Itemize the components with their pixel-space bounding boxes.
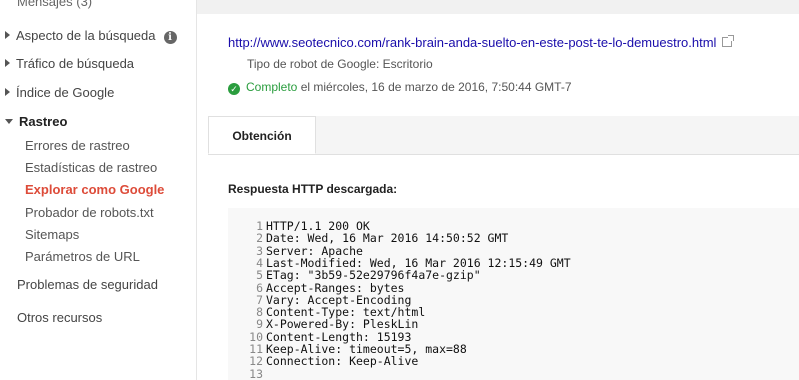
- external-link-icon[interactable]: [722, 35, 735, 47]
- sidebar-item-label: Mensajes (3): [17, 0, 93, 9]
- sidebar-item-label: Explorar como Google: [25, 182, 165, 197]
- sidebar-item-seguridad[interactable]: Problemas de seguridad: [17, 277, 158, 292]
- line-number: 6: [256, 280, 263, 295]
- http-response-code: 1 HTTP/1.1 200 OK 2 Date: Wed, 16 Mar 2016 …: [228, 208, 799, 380]
- chevron-right-icon: [5, 31, 10, 39]
- sidebar-item-label: Índice de Google: [16, 85, 115, 100]
- sidebar-item-aspecto[interactable]: Aspecto de la búsqueda i: [5, 28, 177, 44]
- sidebar-item-label: Problemas de seguridad: [17, 277, 158, 292]
- line-number: 5: [256, 268, 263, 283]
- fetched-url[interactable]: http://www.seotecnico.com/rank-brain-and…: [228, 35, 735, 50]
- sidebar-item-label: Aspecto de la búsqueda: [16, 28, 156, 43]
- sidebar-item-otros[interactable]: Otros recursos: [17, 310, 102, 325]
- tab-obtencion[interactable]: Obtención: [208, 116, 316, 154]
- sidebar-item-estadisticas[interactable]: Estadísticas de rastreo: [25, 160, 157, 175]
- sidebar-item-label: Tráfico de búsqueda: [16, 56, 135, 71]
- status-word: Completo: [246, 80, 298, 94]
- sidebar-item-label: Errores de rastreo: [25, 138, 130, 153]
- sidebar-item-trafico[interactable]: Tráfico de búsqueda: [5, 56, 134, 71]
- sidebar-item-mensajes[interactable]: Mensajes (3): [17, 0, 92, 9]
- sidebar-item-explorar[interactable]: Explorar como Google: [25, 182, 164, 197]
- tab-bar: Obtención: [208, 116, 799, 155]
- main-content: http://www.seotecnico.com/rank-brain-and…: [197, 0, 799, 380]
- robot-type: Tipo de robot de Google: Escritorio: [247, 57, 433, 71]
- chevron-down-icon: [5, 119, 13, 124]
- sidebar-item-label: Parámetros de URL: [25, 249, 140, 264]
- fetch-status: ✓ Completo el miércoles, 16 de marzo de 2…: [228, 80, 572, 95]
- chevron-right-icon: [5, 59, 10, 67]
- sidebar-item-label: Sitemaps: [25, 227, 80, 242]
- sidebar-item-errores[interactable]: Errores de rastreo: [25, 138, 130, 153]
- sidebar: Mensajes (3) Aspecto de la búsqueda i Trá…: [0, 0, 197, 380]
- info-icon[interactable]: i: [163, 31, 177, 44]
- line-number: 13: [249, 366, 263, 380]
- chevron-right-icon: [5, 88, 10, 96]
- check-circle-icon: ✓: [228, 83, 240, 95]
- top-band: [197, 0, 799, 14]
- sidebar-item-label: Rastreo: [19, 114, 68, 129]
- sidebar-item-rastreo[interactable]: Rastreo: [5, 114, 67, 129]
- code-line: 12 Connection: Keep-Alive: [228, 354, 419, 369]
- line-number: 9: [256, 317, 263, 332]
- url-link[interactable]: http://www.seotecnico.com/rank-brain-and…: [228, 35, 716, 50]
- line-number: 12: [249, 354, 263, 369]
- status-date: el miércoles, 16 de marzo de 2016, 7:50:…: [297, 80, 572, 94]
- sidebar-item-probador[interactable]: Probador de robots.txt: [25, 205, 154, 220]
- section-title: Respuesta HTTP descargada:: [228, 182, 398, 196]
- sidebar-item-indice[interactable]: Índice de Google: [5, 85, 114, 100]
- line-text: Connection: Keep-Alive: [266, 354, 419, 369]
- code-line: 13: [228, 366, 266, 380]
- sidebar-item-label: Estadísticas de rastreo: [25, 160, 158, 175]
- sidebar-item-label: Probador de robots.txt: [25, 205, 154, 220]
- sidebar-item-parametros[interactable]: Parámetros de URL: [25, 249, 140, 264]
- sidebar-item-label: Otros recursos: [17, 310, 103, 325]
- line-number: 2: [256, 231, 263, 246]
- sidebar-item-sitemaps[interactable]: Sitemaps: [25, 227, 79, 242]
